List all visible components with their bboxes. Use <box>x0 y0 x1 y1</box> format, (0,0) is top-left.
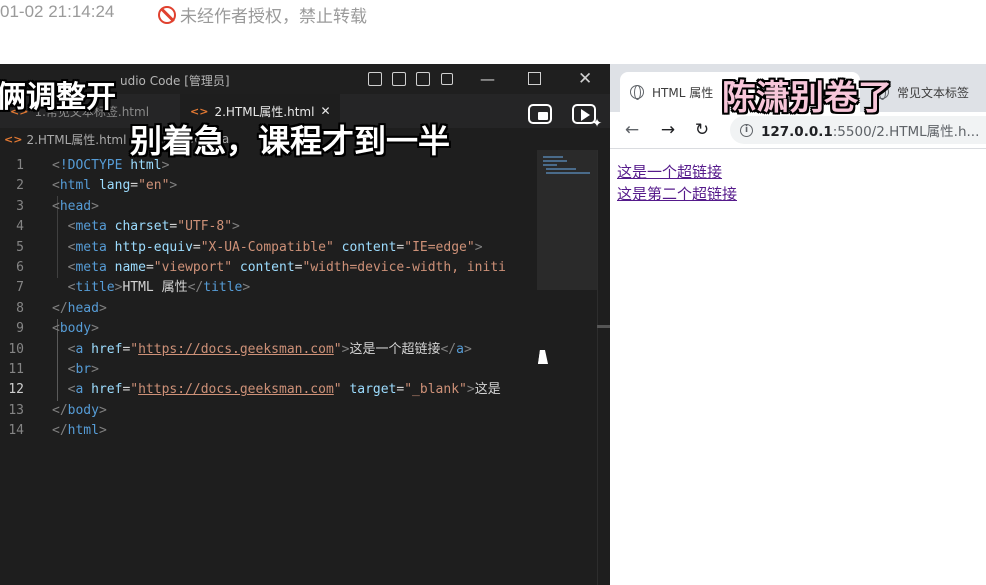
sparkle-icon: ✦ <box>591 116 602 130</box>
maximize-icon[interactable] <box>528 72 541 85</box>
scroll-thumb[interactable] <box>597 325 610 328</box>
vscode-title: udio Code [管理员] <box>120 74 230 88</box>
code-editor[interactable]: 1 <!DOCTYPE html> 2 <html lang="en"> 3 <hea… <box>0 156 540 585</box>
prohibited-icon <box>158 5 176 24</box>
customize-layout-icon[interactable] <box>441 73 453 85</box>
toggle-panel-icon[interactable] <box>392 72 406 86</box>
toggle-primary-sidebar-icon[interactable] <box>368 72 382 86</box>
post-meta-bar: 01-02 21:14:24 未经作者授权，禁止转载 <box>0 0 986 64</box>
toggle-secondary-sidebar-icon[interactable] <box>416 72 430 86</box>
post-timestamp: 01-02 21:14:24 <box>0 2 115 21</box>
editor-scrollbar[interactable] <box>597 150 610 585</box>
hyperlink-second[interactable]: 这是第二个超链接 <box>617 183 986 205</box>
html-file-icon: <> <box>4 132 23 146</box>
picture-in-picture-button[interactable] <box>522 96 558 132</box>
site-info-icon[interactable]: i <box>740 123 753 137</box>
browser-window: HTML 属性 常见文本标签 ← → ↻ i 127.0.0.1:5500/2.… <box>610 64 986 585</box>
danmaku-caption: 陈潇别卷了 <box>722 78 892 118</box>
page-content: 这是一个超链接 这是第二个超链接 <box>610 148 986 585</box>
close-window-icon[interactable]: ✕ <box>578 68 592 90</box>
reload-icon[interactable]: ↻ <box>690 118 714 142</box>
back-arrow-icon[interactable]: ← <box>620 118 644 142</box>
browser-tab-label: 常见文本标签 <box>897 85 970 100</box>
address-bar[interactable]: i 127.0.0.1:5500/2.HTML属性.h... <box>730 116 986 144</box>
hyperlink-first[interactable]: 这是一个超链接 <box>617 161 986 183</box>
url-host: 127.0.0.1 <box>761 124 833 140</box>
breadcrumb-file[interactable]: 2.HTML属性.html <box>26 131 126 148</box>
minimap[interactable] <box>537 150 597 290</box>
mouse-cursor-icon <box>538 350 550 364</box>
forward-arrow-icon[interactable]: → <box>656 118 680 142</box>
minimize-icon[interactable]: — <box>480 68 495 90</box>
browser-tab-label: HTML 属性 <box>652 85 714 100</box>
video-player[interactable]: udio Code [管理员] — ✕ <> 1.常见文本标签.html <> … <box>0 64 986 585</box>
ai-summary-button[interactable]: ✦ <box>566 96 602 132</box>
url-path: :5500/2.HTML属性.h... <box>832 124 980 140</box>
copyright-warning-text: 未经作者授权，禁止转载 <box>180 7 367 27</box>
danmaku-caption: 别着急，课程才到一半 <box>130 122 451 160</box>
picture-in-picture-icon <box>528 104 552 124</box>
danmaku-caption: 俩调整开 <box>0 80 116 115</box>
copyright-warning: 未经作者授权，禁止转载 <box>158 2 367 27</box>
globe-icon <box>630 85 644 100</box>
